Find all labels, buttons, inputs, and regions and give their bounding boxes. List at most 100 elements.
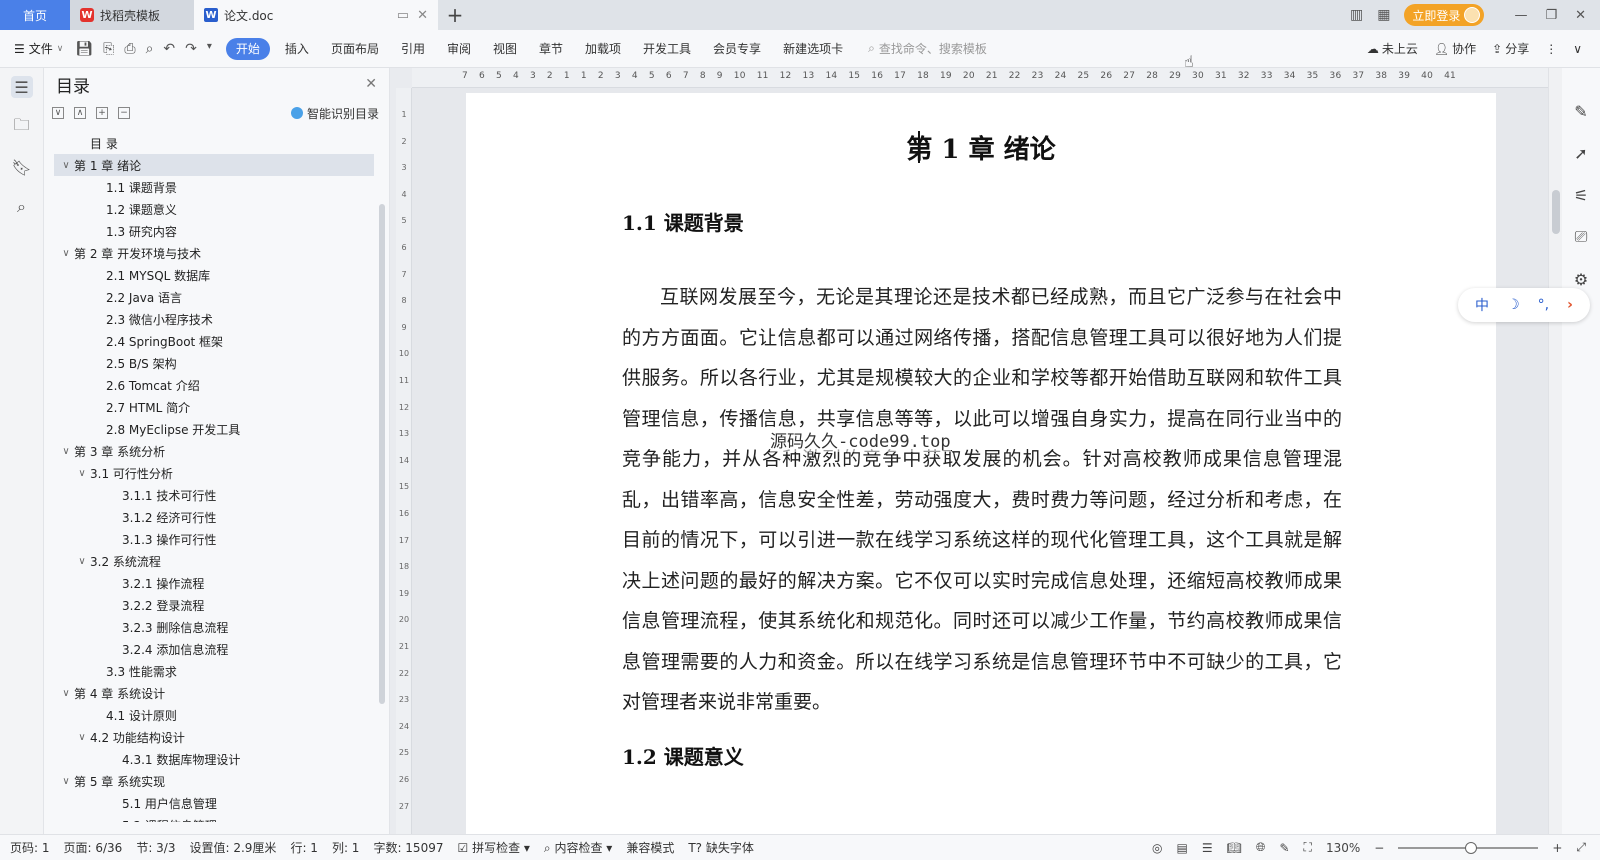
chevron-down-icon[interactable]: ∨ [74, 468, 90, 479]
ime-toolbar[interactable]: 中 ☽ °, › [1458, 288, 1590, 322]
toc-nav-icon[interactable]: ☰ [10, 76, 33, 98]
export-pdf-icon[interactable]: ⎘ [103, 41, 114, 57]
collapse-ribbon-icon[interactable]: ∨ [1573, 40, 1582, 57]
chapter-nav-icon[interactable]: 🗀︎ [11, 115, 33, 138]
zoom-in-icon[interactable]: + [1552, 841, 1562, 855]
toc-item[interactable]: ∨ 3.1 可行性分析 [54, 462, 374, 484]
vertical-ruler[interactable]: 1 2 3 4 5 6 7 8 9 10 11 12 13 14 15 16 17 18 19 20 21 22 23 24 2… [396, 88, 412, 834]
file-menu[interactable]: ☰ 文件 ∨ [14, 40, 63, 57]
toc-item[interactable]: 2.1 MYSQL 数据库 [54, 264, 374, 286]
fit-page-icon[interactable]: ⛶ [1304, 840, 1312, 855]
toc-item[interactable]: 2.7 HTML 简介 [54, 396, 374, 418]
toc-item[interactable]: 1.1 课题背景 [54, 176, 374, 198]
menu-member[interactable]: 会员专享 [702, 40, 772, 57]
toc-item[interactable]: ∨ 第 2 章 开发环境与技术 [54, 242, 374, 264]
redo-icon[interactable]: ↷ [185, 41, 197, 57]
login-button[interactable]: 立即登录 [1404, 4, 1485, 26]
more-menu-icon[interactable]: ⋮ [1545, 40, 1557, 57]
chevron-down-icon[interactable]: ∨ [58, 248, 74, 259]
settings-icon[interactable]: ⚙ [1570, 268, 1592, 290]
toc-item[interactable]: ∨ 第 4 章 系统设计 [54, 682, 374, 704]
pen-icon[interactable]: ✎ [1570, 100, 1592, 122]
toc-item[interactable]: ∨ 4.2 功能结构设计 [54, 726, 374, 748]
zoom-level[interactable]: 130% [1326, 841, 1360, 855]
fullscreen-icon[interactable]: ⤢ [1576, 840, 1586, 855]
translate-icon[interactable]: ⎚ [1570, 226, 1592, 248]
page-view-icon[interactable]: ▤ [1177, 841, 1188, 855]
chevron-down-icon[interactable]: ∨ [58, 446, 74, 457]
close-icon[interactable]: ✕ [365, 76, 377, 92]
chevron-right-icon[interactable]: › [1567, 297, 1573, 313]
search-doc-icon[interactable]: ⌕ [11, 196, 33, 218]
menu-page-layout[interactable]: 页面布局 [320, 40, 390, 57]
menu-new-tab[interactable]: 新建选项卡 [772, 40, 854, 57]
chevron-down-icon[interactable]: ∨ [74, 556, 90, 567]
toc-item[interactable]: 3.1.1 技术可行性 [54, 484, 374, 506]
menu-developer[interactable]: 开发工具 [632, 40, 702, 57]
layout-icon[interactable]: ▥ [1350, 7, 1363, 23]
toc-item[interactable]: 目 录 [54, 132, 374, 154]
command-search[interactable]: ⌕ 查找命令、搜索模板 [868, 40, 987, 57]
toc-item[interactable]: 4.3.1 数据库物理设计 [54, 748, 374, 770]
menu-insert[interactable]: 插入 [274, 40, 320, 57]
spell-check-button[interactable]: ☑ 拼写检查 ▾ [457, 839, 529, 856]
toc-item[interactable]: ∨ 第 1 章 绪论 [54, 154, 374, 176]
toc-item[interactable]: 1.2 课题意义 [54, 198, 374, 220]
toc-item[interactable]: 3.2.2 登录流程 [54, 594, 374, 616]
minimize-icon[interactable]: — [1514, 8, 1527, 23]
more-quick-icon[interactable]: ▾ [207, 41, 212, 57]
eye-protect-icon[interactable]: ◎ [1152, 841, 1162, 855]
menu-addins[interactable]: 加载项 [574, 40, 632, 57]
tab-document[interactable]: W 论文.doc ▭ ✕ [194, 0, 438, 30]
toc-item[interactable]: 4.1 设计原则 [54, 704, 374, 726]
ime-lang[interactable]: 中 [1475, 295, 1489, 315]
toc-item[interactable]: 2.2 Java 语言 [54, 286, 374, 308]
toc-item[interactable]: 2.8 MyEclipse 开发工具 [54, 418, 374, 440]
web-view-icon[interactable]: 🌐︎ [1256, 840, 1266, 855]
outline-view-icon[interactable]: ☰ [1202, 841, 1213, 855]
pin-tab-icon[interactable]: ▭ [397, 8, 409, 23]
toc-item[interactable]: ∨ 3.2 系统流程 [54, 550, 374, 572]
chevron-down-icon[interactable]: ∨ [58, 776, 74, 787]
horizontal-ruler[interactable]: 7 6 5 4 3 2 1 1 2 3 4 5 6 7 8 9 10 11 12… [412, 68, 1548, 88]
status-words[interactable]: 字数: 15097 [373, 839, 443, 856]
apps-grid-icon[interactable]: ▦ [1377, 7, 1390, 23]
toc-item[interactable]: ∨ 第 5 章 系统实现 [54, 770, 374, 792]
punct-icon[interactable]: °, [1538, 297, 1549, 313]
menu-references[interactable]: 引用 [390, 40, 436, 57]
add-heading-icon[interactable]: + [96, 107, 108, 119]
toc-item[interactable]: 3.1.2 经济可行性 [54, 506, 374, 528]
collapse-all-icon[interactable]: ∧ [74, 107, 86, 119]
remove-heading-icon[interactable]: − [118, 107, 130, 119]
toc-item[interactable]: 3.2.4 添加信息流程 [54, 638, 374, 660]
print-icon[interactable]: ⎙ [124, 41, 135, 57]
menu-chapter[interactable]: 章节 [528, 40, 574, 57]
toc-item[interactable]: 5.1 用户信息管理 [54, 792, 374, 814]
chevron-down-icon[interactable]: ∨ [74, 732, 90, 743]
zoom-slider[interactable] [1398, 841, 1539, 854]
toc-scrollbar[interactable] [379, 204, 385, 704]
read-view-icon[interactable]: 📖︎ [1227, 841, 1242, 855]
bookmark-icon[interactable]: 🔖︎ [11, 156, 33, 178]
cloud-button[interactable]: ☁ 未上云 [1367, 40, 1418, 57]
missing-font-button[interactable]: T? 缺失字体 [688, 839, 754, 856]
toc-item[interactable]: 1.3 研究内容 [54, 220, 374, 242]
share-button[interactable]: ⇪ 分享 [1492, 40, 1529, 57]
toc-item[interactable]: 3.2.1 操作流程 [54, 572, 374, 594]
content-check-button[interactable]: ⌕ 内容检查 ▾ [544, 839, 612, 856]
adjust-icon[interactable]: ⚟ [1570, 184, 1592, 206]
toc-item[interactable]: 3.2.3 删除信息流程 [54, 616, 374, 638]
chevron-down-icon[interactable]: ∨ [58, 688, 74, 699]
select-cursor-icon[interactable]: ➚ [1570, 142, 1592, 164]
expand-all-icon[interactable]: ∨ [52, 107, 64, 119]
toc-item[interactable]: 2.3 微信小程序技术 [54, 308, 374, 330]
scroll-thumb[interactable] [1552, 190, 1560, 234]
toc-item[interactable]: 5.2 课程信息管理 [54, 814, 374, 823]
zoom-out-icon[interactable]: − [1374, 841, 1384, 855]
chevron-down-icon[interactable]: ∨ [58, 160, 74, 171]
status-page[interactable]: 页面: 6/36 [64, 839, 123, 856]
menu-review[interactable]: 审阅 [436, 40, 482, 57]
toc-item[interactable]: 2.4 SpringBoot 框架 [54, 330, 374, 352]
toc-item[interactable]: ∨ 第 3 章 系统分析 [54, 440, 374, 462]
menu-view[interactable]: 视图 [482, 40, 528, 57]
